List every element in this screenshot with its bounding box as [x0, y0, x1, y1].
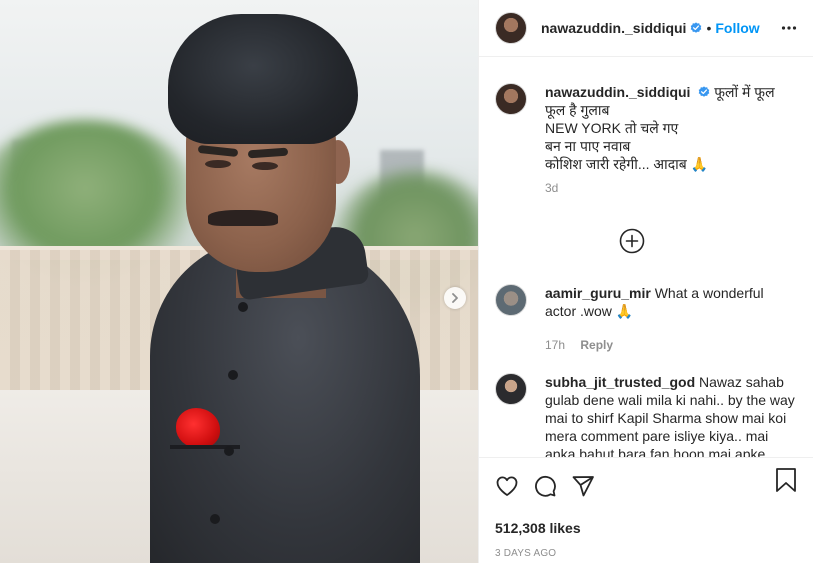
- commenter-avatar[interactable]: [495, 284, 527, 316]
- post-caption: nawazuddin._siddiqui फूलों में फूल फूल ह…: [479, 57, 813, 173]
- photo-rose: [176, 408, 220, 448]
- paper-plane-icon: [572, 476, 594, 497]
- reply-button[interactable]: Reply: [580, 338, 613, 352]
- likes-count[interactable]: 512,308 likes: [495, 520, 797, 536]
- heart-icon: [496, 476, 518, 496]
- caption-line: बन ना पाए नवाब: [545, 138, 631, 154]
- commenter-avatar[interactable]: [495, 373, 527, 405]
- comments-list[interactable]: nawazuddin._siddiqui फूलों में फूल फूल ह…: [479, 57, 813, 457]
- photo-button: [228, 370, 238, 380]
- photo-eye: [205, 160, 231, 168]
- photo-subject: [0, 0, 478, 563]
- plus-circle-icon: [619, 228, 645, 254]
- action-icons: [495, 464, 797, 508]
- post-date[interactable]: 3 DAYS AGO: [495, 548, 797, 559]
- verified-badge-icon: [690, 22, 702, 34]
- post-photo[interactable]: [0, 0, 478, 563]
- comment-username[interactable]: aamir_guru_mir: [545, 285, 651, 301]
- caption-timestamp[interactable]: 3d: [545, 181, 813, 195]
- caption-text: nawazuddin._siddiqui फूलों में फूल फूल ह…: [545, 83, 775, 173]
- photo-mustache: [208, 210, 278, 226]
- comment-item: subha_jit_trusted_god Nawaz sahab gulab …: [479, 373, 813, 457]
- save-button[interactable]: [775, 467, 797, 496]
- follow-button[interactable]: Follow: [715, 20, 759, 36]
- next-photo-button[interactable]: [444, 287, 466, 309]
- comment-body: subha_jit_trusted_god Nawaz sahab gulab …: [545, 373, 798, 457]
- photo-eye: [252, 162, 278, 170]
- header-separator: •: [706, 20, 712, 36]
- comment-button[interactable]: [533, 474, 557, 498]
- share-button[interactable]: [571, 474, 595, 498]
- caption-line: फूलों में फूल: [714, 84, 775, 100]
- caption-line: कोशिश जारी रहेगी... आदाब 🙏: [545, 156, 709, 172]
- caption-line: फूल है गुलाब: [545, 102, 610, 118]
- photo-hair: [168, 14, 358, 144]
- post-header: nawazuddin._siddiqui • Follow: [479, 0, 813, 57]
- comment-meta: 17h Reply: [545, 336, 798, 354]
- post-actions: 512,308 likes 3 DAYS AGO: [479, 457, 813, 563]
- caption-line: NEW YORK तो चले गए: [545, 120, 679, 136]
- author-avatar[interactable]: [495, 12, 527, 44]
- comment-username[interactable]: subha_jit_trusted_god: [545, 374, 695, 390]
- photo-button: [210, 514, 220, 524]
- caption-username[interactable]: nawazuddin._siddiqui: [545, 84, 690, 100]
- post-dialog: nawazuddin._siddiqui • Follow nawazuddin…: [0, 0, 813, 563]
- caption-avatar[interactable]: [495, 83, 527, 115]
- more-options-icon[interactable]: [781, 20, 797, 39]
- bookmark-icon: [776, 468, 796, 492]
- comment-timestamp[interactable]: 17h: [545, 338, 565, 352]
- photo-button: [224, 446, 234, 456]
- verified-badge-icon: [698, 86, 710, 98]
- post-side-panel: nawazuddin._siddiqui • Follow nawazuddin…: [478, 0, 813, 563]
- comment-bubble-icon: [535, 475, 556, 497]
- author-username[interactable]: nawazuddin._siddiqui: [541, 20, 686, 36]
- load-more-comments-button[interactable]: [619, 228, 645, 254]
- comment-body: aamir_guru_mir What a wonderful actor .w…: [545, 284, 798, 354]
- comment-item: aamir_guru_mir What a wonderful actor .w…: [479, 284, 813, 354]
- photo-button: [238, 302, 248, 312]
- chevron-right-icon: [452, 293, 458, 303]
- like-button[interactable]: [495, 474, 519, 498]
